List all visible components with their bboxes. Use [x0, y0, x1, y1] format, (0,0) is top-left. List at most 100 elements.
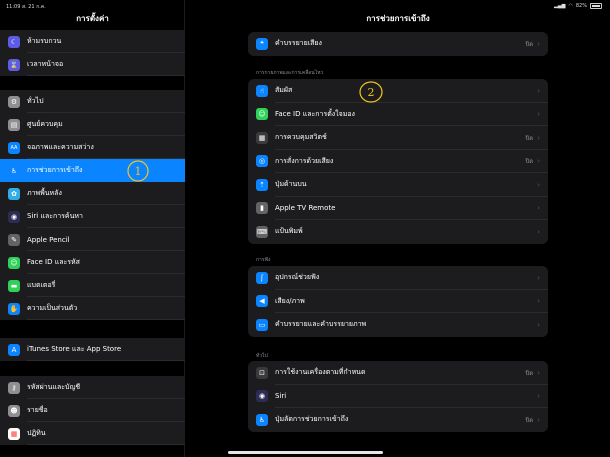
chevron-right-icon: ›	[537, 227, 540, 236]
settings-row-keyboards[interactable]: ⌨ แป้นพิมพ์ ›	[248, 220, 548, 244]
general-group: ⊡ การใช้งานเครื่องตามที่กำหนด ปิด › ◉ Siri › ♿ ป…	[248, 361, 548, 432]
sidebar-group-store: AiTunes Store และ App Store	[0, 338, 185, 361]
sidebar-item-face-id-passcode[interactable]: ☺ Face ID และรหัส	[0, 251, 185, 274]
sidebar-item-calendar[interactable]: ▦ ปฏิทิน	[0, 422, 185, 445]
moon-icon: ☾	[8, 35, 20, 48]
settings-row-hearing-devices[interactable]: ʃ อุปกรณ์ช่วยฟัง ›	[248, 266, 548, 290]
settings-row-label: เสียง/ภาพ	[275, 296, 305, 305]
signal-icon: ▂▄▆	[553, 3, 566, 9]
chevron-right-icon: ›	[537, 133, 540, 142]
settings-row-value: ปิด	[525, 40, 534, 48]
settings-row-voice-control[interactable]: ◎ การสั่งการด้วยเสียง ปิด ›	[248, 150, 548, 173]
sidebar-item-label: ทั่วไป	[27, 97, 44, 105]
keyboard-icon: ⌨	[256, 225, 268, 238]
sidebar-item-label: ศูนย์ควบคุม	[27, 120, 63, 128]
settings-row-value: ปิด	[525, 134, 534, 142]
sidebar-item-label: ห้ามรบกวน	[27, 37, 62, 45]
sidebar-item-screen-time[interactable]: ⌛ เวลาหน้าจอ	[0, 53, 185, 76]
sidebar-item-label: Apple Pencil	[27, 235, 70, 244]
battery-icon: ▬	[8, 279, 20, 292]
settings-row-apple-tv-remote[interactable]: ▮ Apple TV Remote ›	[248, 197, 548, 220]
settings-row-label: การสั่งการด้วยเสียง	[275, 156, 334, 165]
sidebar-item-label: ปฏิทิน	[27, 429, 46, 437]
sidebar-group-system: ⚙ ทั่วไป ▤ ศูนย์ควบคุม AA จอภาพและความสว่าง ♿ ก…	[0, 90, 185, 320]
siri-icon: ◉	[256, 390, 268, 403]
chevron-right-icon: ›	[537, 157, 540, 166]
app-store-icon: A	[8, 343, 20, 356]
sidebar-item-privacy[interactable]: ✋ ความเป็นส่วนตัว	[0, 297, 185, 320]
chevron-right-icon: ›	[537, 180, 540, 189]
sidebar-item-control-center[interactable]: ▤ ศูนย์ควบคุม	[0, 113, 185, 136]
sidebar-item-contacts[interactable]: ☻ รายชื่อ	[0, 399, 185, 422]
status-indicators: ▂▄▆ ◠ 82%	[554, 3, 602, 9]
settings-row-touch[interactable]: ☝ สัมผัส ›	[248, 79, 548, 103]
hand-pointer-icon: ☝	[256, 84, 268, 97]
sidebar-item-wallpaper[interactable]: ✿ ภาพพื้นหลัง	[0, 182, 185, 205]
settings-row-face-id-attention[interactable]: ☺ Face ID และการตั้งใจมอง ›	[248, 103, 548, 126]
section-header-physical: การกายภาพและการเคลื่อนไหว	[256, 70, 324, 76]
speaker-icon: ◀	[256, 295, 268, 308]
settings-row-label: Apple TV Remote	[275, 204, 336, 213]
sidebar-item-battery[interactable]: ▬ แบตเตอรี่	[0, 274, 185, 297]
settings-row-label: สัมผัส	[275, 86, 293, 95]
siri-icon: ◉	[8, 210, 20, 223]
hourglass-icon: ⌛	[8, 58, 20, 71]
sidebar-item-accessibility[interactable]: ♿ การช่วยการเข้าถึง	[0, 159, 185, 182]
settings-row-top-button[interactable]: ⇡ ปุ่มด้านบน ›	[248, 173, 548, 197]
settings-row-subtitles-captioning[interactable]: ▭ คำบรรยายและคำบรรยายภาพ ›	[248, 313, 548, 337]
settings-row-label: Siri	[275, 392, 287, 401]
settings-row-label: แป้นพิมพ์	[275, 227, 303, 236]
settings-row-siri[interactable]: ◉ Siri ›	[248, 385, 548, 408]
chevron-right-icon: ›	[537, 415, 540, 424]
sidebar-item-label: iTunes Store และ App Store	[27, 345, 122, 353]
accessibility-icon: ♿	[8, 164, 20, 177]
sidebar-item-apple-pencil[interactable]: ✎ Apple Pencil	[0, 228, 185, 251]
toggles-icon: ▤	[8, 118, 20, 131]
sidebar-item-itunes-app-store[interactable]: AiTunes Store และ App Store	[0, 338, 185, 361]
settings-row-accessibility-shortcut[interactable]: ♿ ปุ่มลัดการช่วยการเข้าถึง ปิด ›	[248, 408, 548, 432]
section-header-hearing: การฟัง	[256, 257, 271, 263]
settings-row-audio-descriptions[interactable]: ❝ คำบรรยายเสียง ปิด ›	[248, 32, 548, 56]
sidebar-item-label: Siri และการค้นหา	[27, 212, 83, 220]
sidebar-item-label: ภาพพื้นหลัง	[27, 189, 62, 197]
sidebar-item-do-not-disturb[interactable]: ☾ ห้ามรบกวน	[0, 30, 185, 53]
sidebar-item-label: Face ID และรหัส	[27, 258, 80, 266]
settings-sidebar: การตั้งค่า ☾ ห้ามรบกวน ⌛ เวลาหน้าจอ ⚙ ทั่วไป…	[0, 0, 185, 457]
sidebar-item-label: จอภาพและความสว่าง	[27, 143, 94, 151]
settings-row-label: คำบรรยายเสียง	[275, 39, 322, 48]
chevron-right-icon: ›	[537, 297, 540, 306]
sidebar-item-general[interactable]: ⚙ ทั่วไป	[0, 90, 185, 113]
battery-icon	[590, 3, 602, 9]
settings-row-audio-visual[interactable]: ◀ เสียง/ภาพ ›	[248, 290, 548, 313]
chevron-right-icon: ›	[537, 39, 540, 48]
home-indicator[interactable]	[228, 451, 383, 454]
sidebar-item-label: ความเป็นส่วนตัว	[27, 304, 78, 312]
voice-icon: ◎	[256, 155, 268, 168]
sidebar-item-display-brightness[interactable]: AA จอภาพและความสว่าง	[0, 136, 185, 159]
chevron-right-icon: ›	[537, 368, 540, 377]
chevron-right-icon: ›	[537, 273, 540, 282]
flower-icon: ✿	[8, 187, 20, 200]
sidebar-group-focus: ☾ ห้ามรบกวน ⌛ เวลาหน้าจอ	[0, 30, 185, 76]
page-title: การช่วยการเข้าถึง	[366, 14, 430, 23]
accessibility-pane: การช่วยการเข้าถึง ❝ คำบรรยายเสียง ปิด › การ…	[186, 0, 610, 457]
gear-icon: ⚙	[8, 95, 20, 108]
settings-row-label: ปุ่มด้านบน	[275, 180, 307, 189]
settings-row-switch-control[interactable]: ▦ การควบคุมสวิตช์ ปิด ›	[248, 126, 548, 150]
calendar-icon: ▦	[8, 427, 20, 440]
status-time: 11:09	[6, 4, 21, 10]
status-bar: 11:09 ส. 21 ก.ค. ▂▄▆ ◠ 82%	[0, 0, 610, 12]
settings-row-label: อุปกรณ์ช่วยฟัง	[275, 273, 320, 282]
sidebar-item-passwords-accounts[interactable]: ⚷ รหัสผ่านและบัญชี	[0, 376, 185, 399]
section-header-general: ทั่วไป	[256, 353, 268, 359]
hearing-group: ʃ อุปกรณ์ช่วยฟัง › ◀ เสียง/ภาพ › ▭ คำบรรยายและค…	[248, 266, 548, 337]
pencil-icon: ✎	[8, 233, 20, 246]
battery-percent: 82%	[575, 3, 587, 9]
contacts-icon: ☻	[8, 404, 20, 417]
sidebar-group-accounts: ⚷ รหัสผ่านและบัญชี ☻ รายชื่อ ▦ ปฏิทิน	[0, 376, 185, 445]
chevron-right-icon: ›	[537, 204, 540, 213]
accessibility-icon: ♿	[256, 413, 268, 426]
top-button-icon: ⇡	[256, 178, 268, 191]
settings-row-guided-access[interactable]: ⊡ การใช้งานเครื่องตามที่กำหนด ปิด ›	[248, 361, 548, 385]
sidebar-item-siri-search[interactable]: ◉ Siri และการค้นหา	[0, 205, 185, 228]
